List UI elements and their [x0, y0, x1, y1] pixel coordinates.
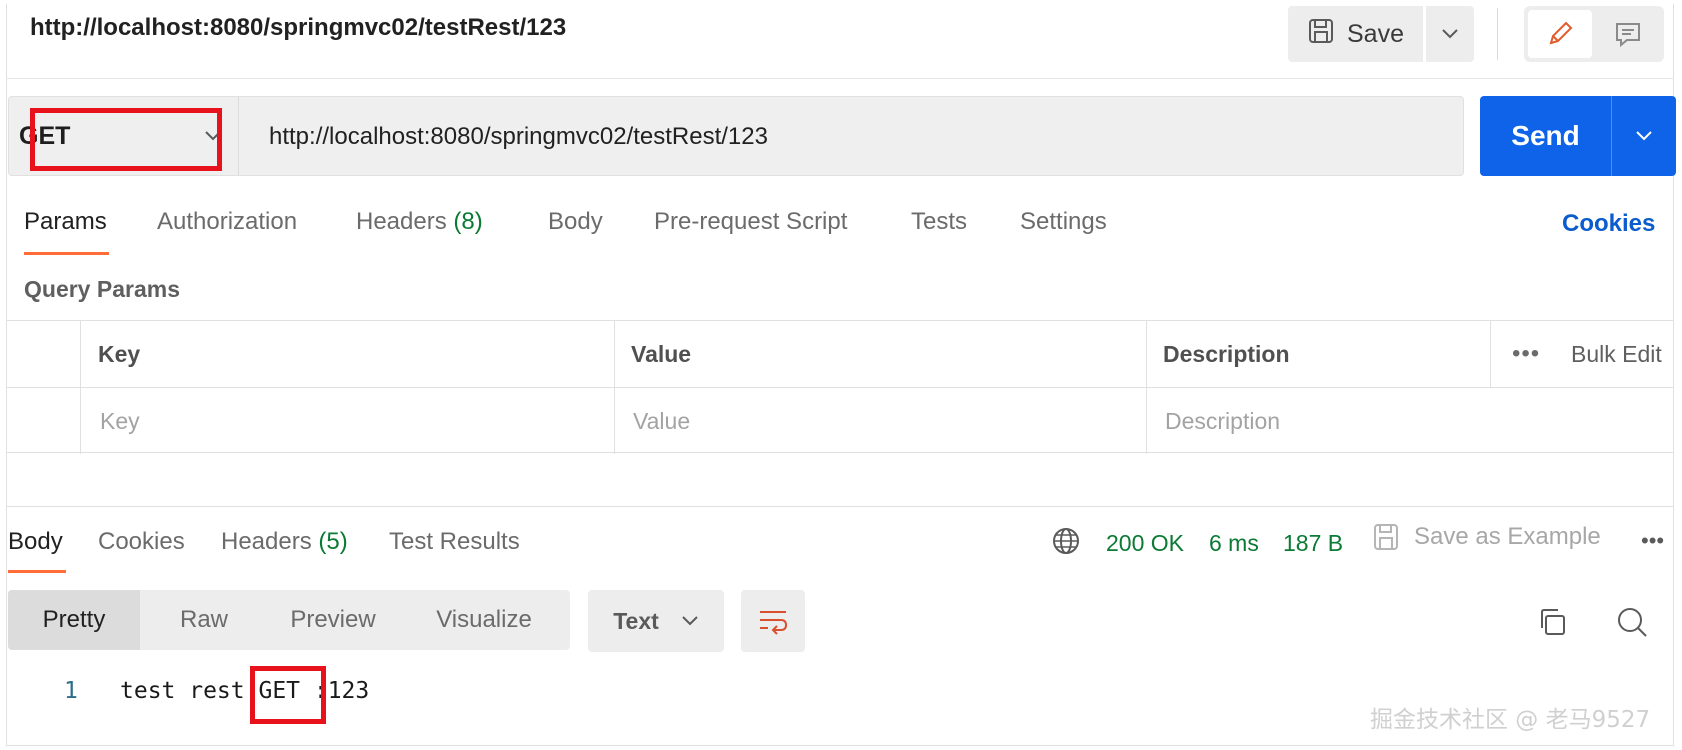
- format-preview[interactable]: Preview: [268, 590, 398, 650]
- body-type-select[interactable]: Text: [588, 590, 724, 652]
- chevron-down-icon: [682, 616, 698, 626]
- status-code[interactable]: 200 OK: [1106, 530, 1184, 557]
- description-input[interactable]: Description: [1165, 388, 1280, 454]
- wrap-lines-icon: [760, 611, 788, 635]
- response-tab-headers-label: Headers: [221, 528, 312, 555]
- query-params-table: Key Value Description ••• Bulk Edit Key …: [6, 320, 1674, 454]
- send-button[interactable]: Send: [1480, 96, 1612, 176]
- watermark: 掘金技术社区 @ 老马9527: [1370, 707, 1651, 733]
- method-highlight-box: [30, 108, 222, 171]
- send-options-button[interactable]: [1612, 96, 1676, 176]
- table-header-row: Key Value Description ••• Bulk Edit: [6, 321, 1674, 387]
- edit-button[interactable]: [1528, 10, 1592, 58]
- url-input[interactable]: http://localhost:8080/springmvc02/testRe…: [269, 123, 768, 151]
- pencil-icon: [1549, 21, 1573, 45]
- save-icon: [1307, 17, 1335, 52]
- tab-headers[interactable]: Headers (8): [356, 208, 483, 236]
- response-divider[interactable]: [6, 506, 1674, 507]
- column-divider: [1490, 321, 1491, 387]
- line-number: 1: [64, 678, 78, 704]
- bulk-edit-button[interactable]: Bulk Edit: [1571, 321, 1662, 387]
- header-divider: [6, 78, 1674, 79]
- tab-headers-label: Headers: [356, 208, 447, 235]
- headers-count: (8): [453, 208, 483, 235]
- chevron-down-icon: [1636, 131, 1652, 141]
- column-header-description: Description: [1163, 340, 1290, 367]
- response-headers-count: (5): [318, 528, 348, 555]
- response-tab-headers[interactable]: Headers (5): [221, 528, 348, 556]
- tab-params[interactable]: Params: [24, 208, 107, 236]
- response-tab-test-results[interactable]: Test Results: [389, 528, 520, 556]
- divider: [1497, 8, 1498, 60]
- response-body-text[interactable]: test rest GET :123: [120, 678, 369, 704]
- response-tab-body[interactable]: Body: [8, 528, 63, 556]
- format-raw[interactable]: Raw: [140, 590, 268, 650]
- copy-button[interactable]: [1534, 604, 1570, 640]
- column-header-key: Key: [98, 340, 141, 367]
- save-label: Save: [1347, 19, 1404, 48]
- search-button[interactable]: [1614, 604, 1650, 640]
- query-params-title: Query Params: [24, 276, 180, 302]
- send-button-group: Send: [1480, 96, 1676, 176]
- method-highlight-box: [250, 666, 326, 724]
- search-icon: [1618, 608, 1647, 637]
- url-bar: GET http://localhost:8080/springmvc02/te…: [8, 96, 1464, 176]
- format-pretty[interactable]: Pretty: [8, 590, 140, 650]
- response-tab-cookies[interactable]: Cookies: [98, 528, 185, 556]
- response-time[interactable]: 6 ms: [1209, 530, 1259, 557]
- body-type-label: Text: [613, 607, 659, 634]
- wrap-lines-button[interactable]: [741, 590, 805, 652]
- active-tab-indicator: [24, 252, 109, 255]
- active-response-tab-indicator: [8, 570, 66, 573]
- format-toggle: Pretty Raw Preview Visualize: [8, 590, 570, 650]
- tab-authorization[interactable]: Authorization: [157, 208, 297, 236]
- save-as-example-label: Save as Example: [1414, 523, 1601, 550]
- key-input[interactable]: Key: [100, 388, 140, 454]
- save-options-button[interactable]: [1426, 6, 1474, 62]
- edit-comment-toggle: [1524, 6, 1664, 62]
- tab-body[interactable]: Body: [548, 208, 603, 236]
- globe-icon[interactable]: [1051, 526, 1081, 561]
- response-more-button[interactable]: •••: [1641, 528, 1664, 554]
- column-header-value: Value: [631, 340, 692, 367]
- tab-pre-request-script[interactable]: Pre-request Script: [654, 208, 847, 236]
- tab-settings[interactable]: Settings: [1020, 208, 1107, 236]
- cookies-link[interactable]: Cookies: [1562, 210, 1655, 238]
- save-icon: [1374, 524, 1398, 550]
- save-button[interactable]: Save: [1288, 6, 1423, 62]
- comment-icon: [1616, 23, 1640, 48]
- chevron-down-icon: [1442, 29, 1458, 39]
- save-as-example-button[interactable]: Save as Example: [1372, 522, 1601, 552]
- tab-tests[interactable]: Tests: [911, 208, 967, 236]
- save-group: Save: [1288, 6, 1474, 62]
- more-options-button[interactable]: •••: [1512, 321, 1540, 387]
- comments-button[interactable]: [1596, 10, 1660, 58]
- response-size[interactable]: 187 B: [1283, 530, 1343, 557]
- copy-icon: [1541, 609, 1565, 635]
- value-input[interactable]: Value: [633, 388, 690, 454]
- table-row: Key Value Description: [6, 387, 1674, 453]
- format-visualize[interactable]: Visualize: [398, 590, 570, 650]
- request-title[interactable]: http://localhost:8080/springmvc02/testRe…: [30, 14, 566, 42]
